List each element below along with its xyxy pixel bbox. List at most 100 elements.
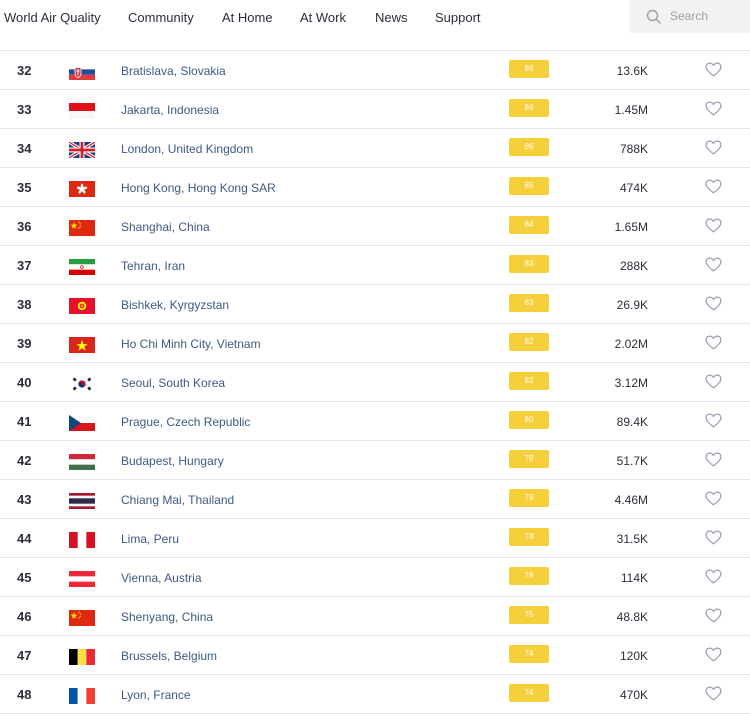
heart-icon[interactable] — [705, 452, 722, 472]
rank-number: 37 — [17, 258, 32, 273]
rank-number: 48 — [17, 687, 32, 702]
city-link[interactable]: Vienna, Austria — [121, 571, 202, 585]
thailand-flag-icon — [69, 493, 95, 509]
heart-icon[interactable] — [705, 491, 722, 511]
city-link[interactable]: Shanghai, China — [121, 220, 210, 234]
table-row: 45 Vienna, Austria 78 114K — [0, 557, 750, 596]
heart-icon[interactable] — [705, 686, 722, 706]
city-link[interactable]: Jakarta, Indonesia — [121, 103, 219, 117]
indonesia-flag-icon — [69, 103, 95, 119]
table-row: 48 Lyon, France 74 470K — [0, 674, 750, 714]
aqi-badge: 78 — [509, 567, 549, 585]
rank-number: 42 — [17, 453, 32, 468]
nav-support[interactable]: Support — [435, 10, 481, 25]
city-link[interactable]: Bishkek, Kyrgyzstan — [121, 298, 229, 312]
rank-number: 45 — [17, 570, 32, 585]
city-link[interactable]: Lyon, France — [121, 688, 191, 702]
rank-number: 39 — [17, 336, 32, 351]
city-link[interactable]: Tehran, Iran — [121, 259, 185, 273]
table-row: 38 Bishkek, Kyrgyzstan 83 26.9K — [0, 284, 750, 323]
aqi-badge: 74 — [509, 645, 549, 663]
city-link[interactable]: Prague, Czech Republic — [121, 415, 250, 429]
iran-flag-icon — [69, 259, 95, 275]
heart-icon[interactable] — [705, 101, 722, 121]
followers-count: 470K — [619, 688, 648, 702]
followers-count: 2.02M — [614, 337, 648, 351]
aqi-badge: 83 — [509, 294, 549, 312]
rank-number: 46 — [17, 609, 32, 624]
france-flag-icon — [69, 688, 95, 704]
city-link[interactable]: Bratislava, Slovakia — [121, 64, 226, 78]
aqi-badge: 80 — [509, 411, 549, 429]
aqi-badge: 85 — [509, 177, 549, 195]
aqi-badge: 83 — [509, 255, 549, 273]
heart-icon[interactable] — [705, 530, 722, 550]
nav-at-home[interactable]: At Home — [222, 10, 273, 25]
aqi-badge: 86 — [509, 99, 549, 117]
followers-count: 51.7K — [616, 454, 648, 468]
austria-flag-icon — [69, 571, 95, 587]
rank-number: 35 — [17, 180, 32, 195]
aqi-badge: 86 — [509, 138, 549, 156]
aqi-badge: 84 — [509, 216, 549, 234]
heart-icon[interactable] — [705, 257, 722, 277]
slovakia-flag-icon — [69, 64, 95, 80]
heart-icon[interactable] — [705, 62, 722, 82]
aqi-badge: 86 — [509, 60, 549, 78]
table-row: 32 Bratislava, Slovakia 86 13.6K — [0, 50, 750, 89]
rank-number: 38 — [17, 297, 32, 312]
nav-news[interactable]: News — [375, 10, 408, 25]
rank-number: 47 — [17, 648, 32, 663]
city-link[interactable]: Budapest, Hungary — [121, 454, 224, 468]
heart-icon[interactable] — [705, 647, 722, 667]
hungary-flag-icon — [69, 454, 95, 470]
kyrgyzstan-flag-icon — [69, 298, 95, 314]
heart-icon[interactable] — [705, 335, 722, 355]
heart-icon[interactable] — [705, 140, 722, 160]
heart-icon[interactable] — [705, 413, 722, 433]
aqi-badge: 79 — [509, 450, 549, 468]
rank-number: 43 — [17, 492, 32, 507]
city-link[interactable]: Brussels, Belgium — [121, 649, 217, 663]
aqi-badge: 79 — [509, 489, 549, 507]
city-link[interactable]: Chiang Mai, Thailand — [121, 493, 234, 507]
hong-kong-flag-icon — [69, 181, 95, 197]
city-link[interactable]: Hong Kong, Hong Kong SAR — [121, 181, 276, 195]
city-ranking-table: 32 Bratislava, Slovakia 86 13.6K 33 Jakarta, … — [0, 50, 750, 714]
heart-icon[interactable] — [705, 296, 722, 316]
city-link[interactable]: Seoul, South Korea — [121, 376, 225, 390]
city-link[interactable]: Ho Chi Minh City, Vietnam — [121, 337, 261, 351]
table-row: 42 Budapest, Hungary 79 51.7K — [0, 440, 750, 479]
followers-count: 13.6K — [616, 64, 648, 78]
rank-number: 41 — [17, 414, 32, 429]
nav-world-air-quality[interactable]: World Air Quality — [4, 10, 101, 25]
followers-count: 474K — [619, 181, 648, 195]
heart-icon[interactable] — [705, 179, 722, 199]
followers-count: 120K — [619, 649, 648, 663]
rank-number: 32 — [17, 63, 32, 78]
heart-icon[interactable] — [705, 374, 722, 394]
followers-count: 4.46M — [614, 493, 648, 507]
table-row: 37 Tehran, Iran 83 288K — [0, 245, 750, 284]
rank-number: 34 — [17, 141, 32, 156]
heart-icon[interactable] — [705, 569, 722, 589]
aqi-badge: 78 — [509, 528, 549, 546]
united-kingdom-flag-icon — [69, 142, 95, 158]
aqi-badge: 75 — [509, 606, 549, 624]
heart-icon[interactable] — [705, 218, 722, 238]
aqi-badge: 82 — [509, 333, 549, 351]
aqi-badge: 82 — [509, 372, 549, 390]
heart-icon[interactable] — [705, 608, 722, 628]
aqi-badge: 74 — [509, 684, 549, 702]
city-link[interactable]: Lima, Peru — [121, 532, 179, 546]
nav-at-work[interactable]: At Work — [300, 10, 346, 25]
search-input[interactable]: Search — [629, 0, 750, 33]
south-korea-flag-icon — [69, 376, 95, 392]
table-row: 36 Shanghai, China 84 1.65M — [0, 206, 750, 245]
city-link[interactable]: London, United Kingdom — [121, 142, 253, 156]
vietnam-flag-icon — [69, 337, 95, 353]
table-row: 41 Prague, Czech Republic 80 89.4K — [0, 401, 750, 440]
czech-republic-flag-icon — [69, 415, 95, 431]
nav-community[interactable]: Community — [128, 10, 194, 25]
city-link[interactable]: Shenyang, China — [121, 610, 213, 624]
